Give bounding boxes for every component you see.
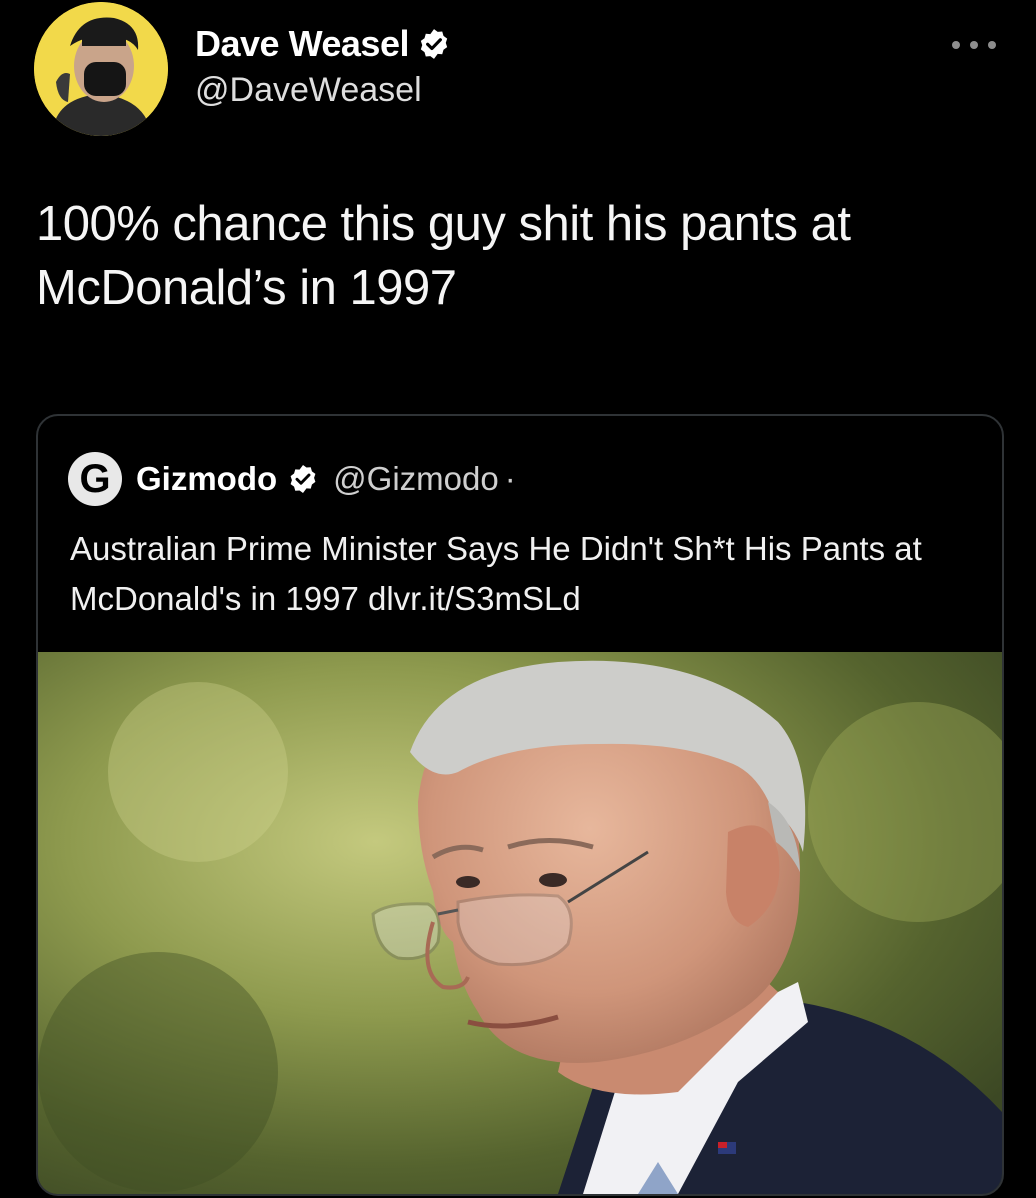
more-dot [952, 41, 960, 49]
more-dot [970, 41, 978, 49]
author-handle[interactable]: @DaveWeasel [195, 68, 451, 112]
gizmodo-logo-icon[interactable]: G [68, 452, 122, 506]
photo-illustration [38, 652, 1002, 1194]
author-name-row[interactable]: Dave Weasel [195, 22, 451, 66]
quoted-tweet-card[interactable]: G Gizmodo @Gizmodo · Australian Prime Mi… [36, 414, 1004, 1196]
more-dot [988, 41, 996, 49]
more-options-button[interactable] [952, 36, 996, 54]
author-name[interactable]: Dave Weasel [195, 22, 409, 66]
author-info: Dave Weasel @DaveWeasel [195, 22, 451, 112]
quoted-author-name[interactable]: Gizmodo [136, 459, 277, 499]
quoted-text: Australian Prime Minister Says He Didn't… [70, 530, 922, 617]
quoted-author-handle[interactable]: @Gizmodo [333, 459, 499, 499]
quoted-photo[interactable] [38, 652, 1002, 1194]
separator-dot: · [504, 460, 516, 497]
gizmodo-logo-letter: G [79, 457, 111, 501]
verified-badge-icon [290, 465, 316, 493]
author-avatar[interactable] [34, 2, 168, 136]
tweet: Dave Weasel @DaveWeasel 100% chance this… [0, 0, 1036, 1198]
tweet-text: 100% chance this guy shit his pants at M… [36, 197, 851, 315]
verified-badge-icon [420, 29, 448, 59]
quoted-header: G Gizmodo @Gizmodo · [68, 452, 516, 506]
